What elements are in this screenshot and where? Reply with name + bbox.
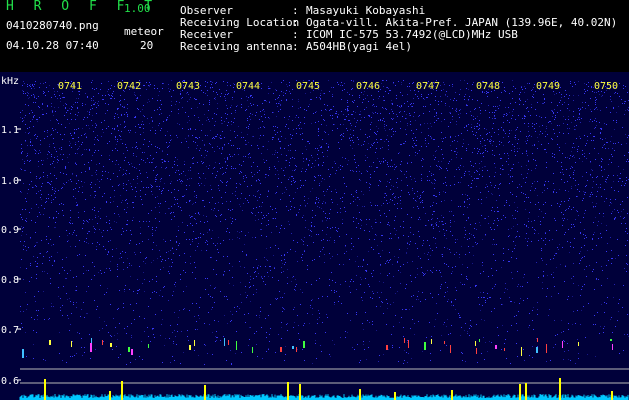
y-tick-label: 0.9 (1, 225, 19, 236)
meteor-echo-trace (537, 338, 538, 342)
meteor-echo-trace (562, 341, 563, 348)
meteor-echo-trace (536, 347, 538, 353)
meteor-echo-trace (102, 340, 103, 345)
time-tick-label: 0749 (536, 81, 560, 92)
meteor-label: meteor (124, 25, 164, 38)
y-tick-label: 0.8 (1, 275, 19, 286)
meteor-echo-trace (131, 349, 133, 355)
meteor-echo-trace (189, 345, 191, 350)
meteor-echo-trace (292, 346, 294, 349)
y-tick-label: 1.0 (1, 176, 19, 187)
meteor-echo-trace (612, 344, 613, 350)
meteor-echo-trace (228, 340, 229, 345)
meteor-echo-trace (495, 345, 497, 349)
y-tick-label: 0.6 (1, 376, 19, 387)
meteor-echo-trace (404, 338, 405, 343)
y-unit-label: kHz (1, 76, 19, 87)
time-tick-label: 0745 (296, 81, 320, 92)
meteor-echo-trace (424, 342, 426, 350)
meteor-echo-trace (476, 348, 477, 354)
time-tick-label: 0742 (117, 81, 141, 92)
meteor-echo-trace (71, 341, 72, 347)
spectrogram-background (0, 72, 629, 400)
meteor-echo-trace (110, 343, 112, 347)
meteor-echo-trace (194, 340, 195, 346)
meteor-echo-trace (236, 341, 237, 350)
meteor-echo-trace (90, 343, 92, 352)
meteor-echo-trace (280, 347, 282, 352)
meteor-count: 20 (140, 39, 154, 52)
antenna-sep: : (292, 40, 299, 53)
meteor-echo-trace (444, 341, 445, 344)
meteor-echo-trace (303, 341, 305, 348)
meteor-echo-trace (450, 345, 451, 353)
time-tick-label: 0741 (58, 81, 82, 92)
time-tick-label: 0743 (176, 81, 200, 92)
y-tick-label: 0.7 (1, 325, 19, 336)
meteor-echo-trace (296, 347, 297, 352)
header-panel: H R O F F T 1.00 0410280740.png 04.10.28… (0, 0, 629, 72)
meteor-echo-trace (386, 345, 388, 350)
meteor-echo-trace (521, 347, 522, 356)
time-tick-label: 0746 (356, 81, 380, 92)
meteor-echo-trace (610, 339, 612, 341)
time-tick-label: 0748 (476, 81, 500, 92)
meteor-echo-trace (475, 341, 476, 346)
antenna-label: Receiving antenna (180, 40, 293, 53)
meteor-echo-trace (148, 344, 149, 348)
meteor-echo-trace (479, 339, 480, 342)
meteor-echo-trace (578, 342, 579, 346)
meteor-echo-trace (224, 338, 225, 346)
meteor-echo-trace (128, 347, 130, 352)
meteor-echo-trace (49, 340, 51, 345)
spectrogram-display: kHz 1.1 1.0 0.9 0.8 0.7 0.6 0741 0742 07… (0, 72, 629, 400)
antenna-value: A504HB(yagi 4el) (306, 40, 412, 53)
meteor-echo-trace (546, 344, 547, 353)
time-tick-label: 0744 (236, 81, 260, 92)
meteor-echo-trace (504, 348, 505, 351)
meteor-echo-trace (252, 347, 253, 353)
time-tick-label: 0747 (416, 81, 440, 92)
date-time: 04.10.28 07:40 (6, 39, 99, 52)
time-tick-label: 0750 (594, 81, 618, 92)
meteor-echo-trace (408, 340, 409, 348)
app-version: 1.00 (124, 2, 151, 15)
meteor-echo-trace (431, 339, 432, 344)
y-tick-label: 1.1 (1, 125, 19, 136)
file-name: 0410280740.png (6, 19, 99, 32)
meteor-echo-trace (22, 349, 24, 358)
